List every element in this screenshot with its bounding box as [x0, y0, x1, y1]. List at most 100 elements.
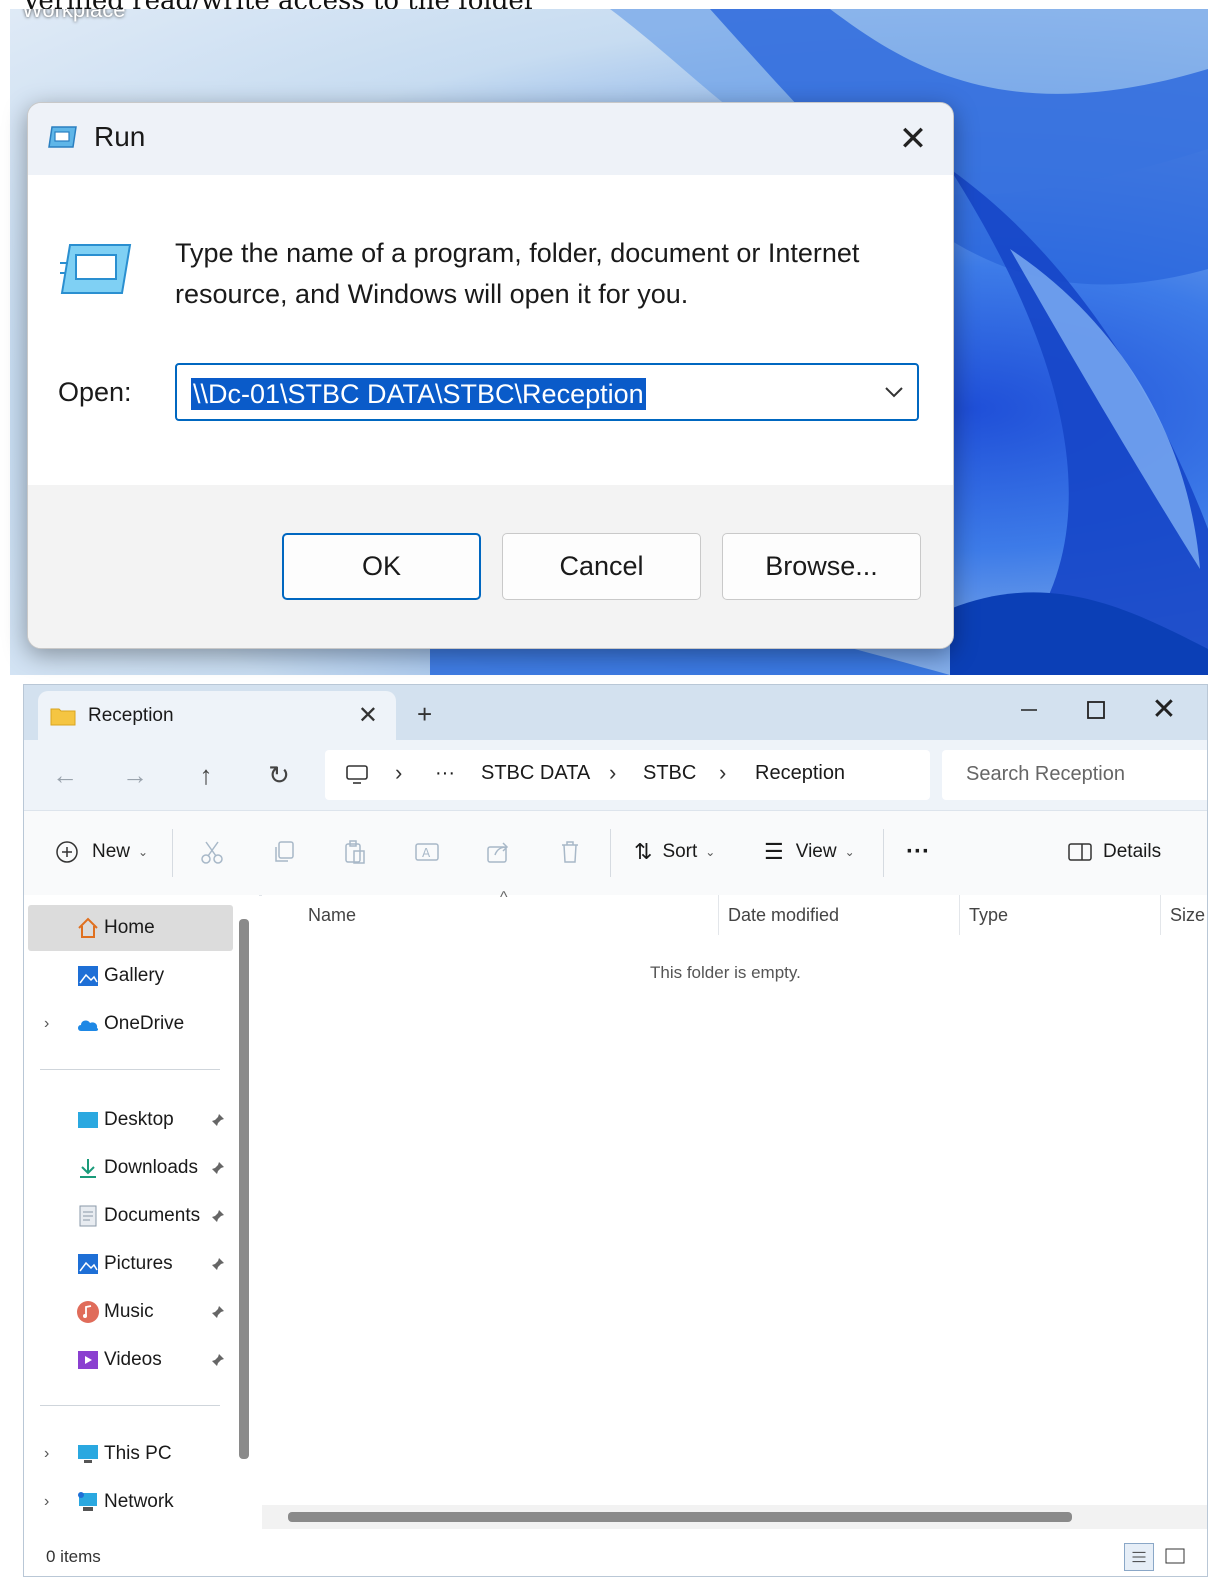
- column-header-name[interactable]: Name: [308, 905, 356, 926]
- minimize-icon[interactable]: [1009, 693, 1049, 727]
- cut-icon[interactable]: [199, 839, 225, 865]
- tab-reception[interactable]: Reception ✕: [38, 691, 396, 741]
- column-divider[interactable]: [718, 895, 719, 935]
- pin-icon[interactable]: [210, 1304, 226, 1320]
- horizontal-scrollbar[interactable]: [288, 1512, 1072, 1522]
- delete-icon[interactable]: [557, 839, 583, 865]
- column-divider[interactable]: [1160, 895, 1161, 935]
- download-icon: [80, 1159, 96, 1178]
- breadcrumb-item-reception[interactable]: Reception: [755, 762, 845, 785]
- view-list-icon: ☰: [764, 839, 784, 864]
- music-icon: [77, 1301, 99, 1323]
- new-tab-icon[interactable]: +: [417, 699, 432, 730]
- nav-item-onedrive[interactable]: › OneDrive: [28, 1001, 233, 1047]
- sort-icon: ⇅: [634, 839, 653, 864]
- run-program-icon: [60, 244, 132, 294]
- more-options-button[interactable]: ···: [906, 837, 930, 867]
- network-icon: [78, 1492, 97, 1511]
- nav-divider: [40, 1405, 220, 1406]
- chevron-right-icon[interactable]: ›: [44, 1493, 49, 1511]
- cancel-button[interactable]: Cancel: [502, 533, 701, 600]
- chevron-right-icon[interactable]: ›: [44, 1445, 49, 1463]
- close-icon[interactable]: ✕: [891, 117, 935, 161]
- forward-arrow-icon[interactable]: →: [120, 760, 150, 790]
- nav-item-videos[interactable]: Videos: [28, 1337, 233, 1383]
- browse-button[interactable]: Browse...: [722, 533, 921, 600]
- video-icon: [78, 1351, 98, 1369]
- breadcrumb-item-stbc-data[interactable]: STBC DATA: [481, 762, 590, 785]
- chevron-down-icon: ⌄: [844, 845, 855, 859]
- nav-item-network[interactable]: › Network: [28, 1479, 233, 1525]
- nav-item-this-pc[interactable]: › This PC: [28, 1431, 233, 1477]
- nav-label: OneDrive: [104, 1013, 185, 1034]
- nav-item-gallery[interactable]: Gallery: [28, 953, 233, 999]
- home-icon: [78, 917, 98, 938]
- paste-icon[interactable]: [342, 839, 368, 865]
- details-view-icon[interactable]: [1124, 1543, 1154, 1571]
- explorer-titlebar[interactable]: Reception ✕ + ✕: [24, 685, 1207, 741]
- nav-item-home[interactable]: Home: [28, 905, 233, 951]
- nav-item-music[interactable]: Music: [28, 1289, 233, 1335]
- maximize-icon[interactable]: [1076, 693, 1116, 727]
- run-dialog-title: Run: [94, 121, 146, 152]
- empty-folder-message: This folder is empty.: [650, 963, 801, 982]
- nav-item-pictures[interactable]: Pictures: [28, 1241, 233, 1287]
- desktop-label: Workplace: [22, 9, 126, 22]
- share-icon[interactable]: [485, 839, 511, 865]
- ok-button[interactable]: OK: [282, 533, 481, 600]
- nav-item-documents[interactable]: Documents: [28, 1193, 233, 1239]
- sort-ascending-icon: ^: [500, 889, 508, 906]
- chevron-right-icon: ›: [609, 760, 617, 785]
- refresh-icon[interactable]: ↻: [264, 760, 294, 790]
- tab-close-icon[interactable]: ✕: [358, 701, 378, 730]
- column-header-type[interactable]: Type: [969, 905, 1008, 926]
- folder-icon: [50, 708, 76, 726]
- rename-icon[interactable]: A: [414, 839, 440, 865]
- run-titlebar[interactable]: Run ✕: [28, 103, 953, 175]
- command-bar: New ⌄ A ⇅ Sort ⌄ ☰ View ⌄ ··· Details: [24, 811, 1207, 896]
- chevron-down-icon[interactable]: [883, 381, 905, 403]
- pin-icon[interactable]: [210, 1256, 226, 1272]
- document-icon: [79, 1205, 97, 1227]
- pin-icon[interactable]: [210, 1208, 226, 1224]
- details-pane-button[interactable]: Details: [1067, 837, 1161, 867]
- column-divider[interactable]: [959, 895, 960, 935]
- plus-circle-icon: [56, 841, 78, 863]
- copy-icon[interactable]: [271, 839, 297, 865]
- run-icon: [48, 126, 77, 148]
- nav-item-downloads[interactable]: Downloads: [28, 1145, 233, 1191]
- pin-icon[interactable]: [210, 1112, 226, 1128]
- search-input[interactable]: Search Reception: [942, 750, 1207, 800]
- column-header-date-modified[interactable]: Date modified: [728, 905, 839, 926]
- new-button[interactable]: New ⌄: [54, 837, 148, 867]
- window-close-icon[interactable]: ✕: [1144, 689, 1184, 729]
- view-button[interactable]: ☰ View ⌄: [764, 837, 855, 867]
- details-pane-icon: [1068, 843, 1092, 861]
- details-label: Details: [1103, 841, 1162, 862]
- up-arrow-icon[interactable]: ↑: [191, 760, 221, 790]
- pin-icon[interactable]: [210, 1160, 226, 1176]
- nav-item-desktop[interactable]: Desktop: [28, 1097, 233, 1143]
- back-arrow-icon[interactable]: ←: [50, 760, 80, 790]
- breadcrumb-item-stbc[interactable]: STBC: [643, 762, 696, 785]
- new-label: New: [92, 841, 131, 862]
- tiles-view-icon[interactable]: [1160, 1543, 1190, 1571]
- run-description: Type the name of a program, folder, docu…: [175, 238, 860, 309]
- breadcrumb-more[interactable]: ···: [435, 762, 455, 785]
- chevron-down-icon: ⌄: [705, 845, 716, 859]
- pictures-icon: [78, 1254, 98, 1274]
- chevron-right-icon[interactable]: ›: [44, 1015, 49, 1033]
- svg-text:A: A: [422, 846, 431, 860]
- pin-icon[interactable]: [210, 1352, 226, 1368]
- nav-label: Network: [104, 1491, 174, 1512]
- computer-icon: [78, 1445, 98, 1463]
- toolbar-divider: [172, 829, 173, 877]
- nav-label: Downloads: [104, 1157, 198, 1178]
- breadcrumb[interactable]: › ··· STBC DATA › STBC › Reception: [325, 750, 930, 800]
- column-header-size[interactable]: Size: [1170, 905, 1207, 926]
- open-input[interactable]: \\Dc-01\STBC DATA\STBC\Reception: [175, 363, 919, 421]
- nav-scrollbar[interactable]: [239, 919, 249, 1459]
- nav-label: Desktop: [104, 1109, 174, 1130]
- sort-button[interactable]: ⇅ Sort ⌄: [634, 837, 715, 867]
- sort-label: Sort: [662, 841, 698, 862]
